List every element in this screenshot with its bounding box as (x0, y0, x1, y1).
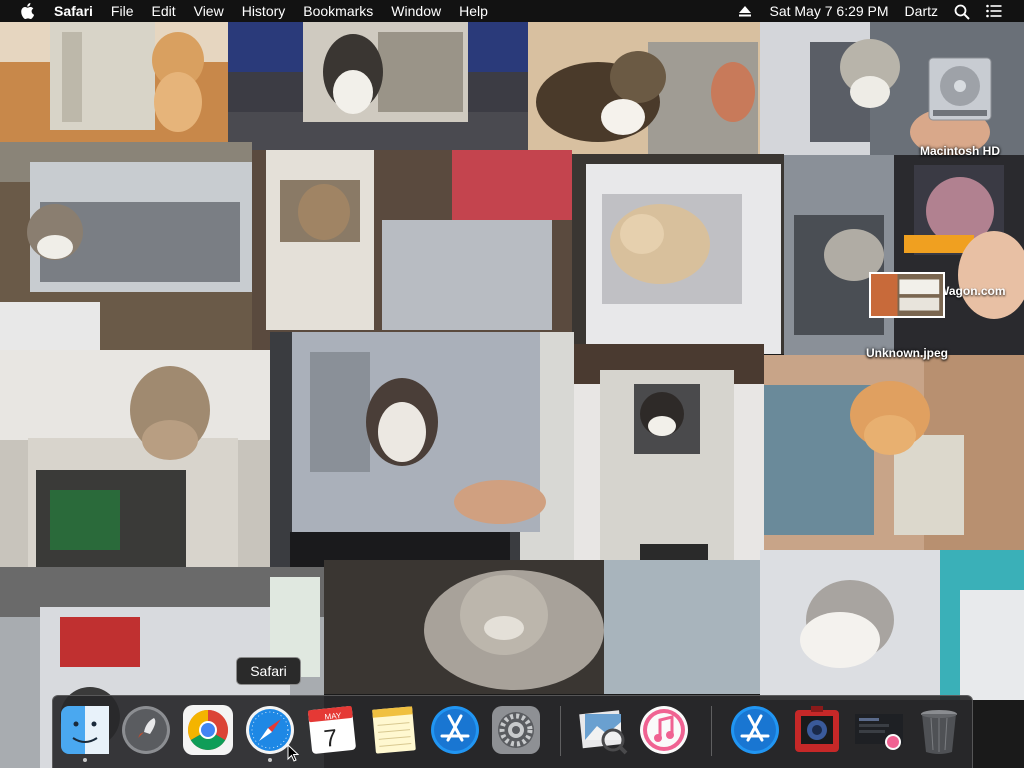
notification-center-icon[interactable] (986, 4, 1002, 18)
itunes-icon (638, 704, 690, 756)
dock-item-finder[interactable] (59, 704, 111, 756)
apple-logo-icon[interactable] (20, 3, 35, 19)
app-store-icon (429, 704, 481, 756)
menu-user[interactable]: Dartz (897, 0, 946, 22)
dock-item-notes[interactable] (368, 704, 420, 756)
dock-item-trash[interactable] (913, 704, 965, 756)
eject-icon[interactable] (737, 4, 753, 18)
wallpaper-photo-cat-in-case (228, 22, 528, 152)
desktop-wallpaper: Macintosh HD Wagon.com Unknown.jpeg (0, 22, 1024, 768)
app-store-icon (729, 704, 781, 756)
notes-icon (368, 704, 420, 756)
mouse-cursor-icon (287, 743, 300, 762)
running-indicator (268, 758, 272, 762)
menu-history[interactable]: History (233, 0, 295, 22)
photo-booth-icon (791, 704, 843, 756)
menu-help[interactable]: Help (450, 0, 497, 22)
desktop-icon-label: Unknown.jpeg (866, 346, 948, 360)
finder-icon (59, 704, 111, 756)
trash-icon (913, 704, 965, 756)
dock-item-system-preferences[interactable] (490, 704, 542, 756)
dock-item-preview[interactable] (577, 704, 629, 756)
calendar-month: MAY (324, 711, 342, 722)
dock-tooltip: Safari (236, 657, 301, 685)
wallpaper-photo-cat-hand (528, 22, 760, 154)
dock-item-itunes[interactable] (638, 704, 690, 756)
wallpaper-photo-cat-beige-mac (574, 344, 764, 578)
downloads-stack-icon (853, 704, 905, 756)
dock-item-chrome[interactable] (182, 704, 234, 756)
menu-bookmarks[interactable]: Bookmarks (294, 0, 382, 22)
image-file-icon (869, 272, 945, 318)
menu-edit[interactable]: Edit (142, 0, 184, 22)
dock-separator (711, 706, 712, 756)
desktop-icon-macintosh-hd[interactable]: Macintosh HD (908, 54, 1012, 158)
calendar-icon: MAY 7 (306, 704, 358, 756)
chrome-icon (182, 704, 234, 756)
wallpaper-photo-cat-server (0, 142, 252, 350)
preview-icon (577, 704, 629, 756)
menu-file[interactable]: File (102, 0, 143, 22)
dock-item-app-store[interactable] (429, 704, 481, 756)
dock-item-photo-booth[interactable] (791, 704, 843, 756)
system-preferences-gear-icon (490, 704, 542, 756)
desktop-icon-unknown-jpeg[interactable]: Unknown.jpeg (852, 272, 962, 360)
wallpaper-photo-cat-beige-tower (0, 22, 228, 142)
wallpaper-photo-cat-on-pc (0, 350, 270, 572)
wallpaper-photo-cat-tower-window (252, 150, 572, 352)
hard-drive-icon (925, 54, 995, 128)
dock-item-downloads-stack[interactable] (853, 704, 905, 756)
wallpaper-photo-siamese-cat (270, 332, 574, 572)
menu-window[interactable]: Window (382, 0, 450, 22)
dock-item-calendar[interactable]: MAY 7 (306, 704, 358, 756)
running-indicator (83, 758, 87, 762)
dock-item-launchpad[interactable] (120, 704, 172, 756)
dock-item-app-store-download[interactable] (729, 704, 781, 756)
wallpaper-photo-cat-white-case (572, 154, 784, 354)
calendar-day: 7 (323, 725, 339, 753)
wallpaper-photo-kitten-case (760, 550, 1024, 700)
spotlight-search-icon[interactable] (954, 4, 970, 20)
dock-separator (560, 706, 561, 756)
wallpaper-photo-grey-tabby (324, 560, 760, 694)
menu-view[interactable]: View (185, 0, 233, 22)
dock: MAY 7 (52, 695, 973, 768)
menu-app-safari[interactable]: Safari (48, 0, 102, 22)
menu-bar: Safari File Edit View History Bookmarks … (0, 0, 1024, 22)
menu-clock[interactable]: Sat May 7 6:29 PM (761, 0, 896, 22)
desktop-icon-label: Macintosh HD (919, 144, 1000, 158)
wallpaper-photo-ginger-cat (764, 355, 1024, 573)
launchpad-rocket-icon (120, 704, 172, 756)
